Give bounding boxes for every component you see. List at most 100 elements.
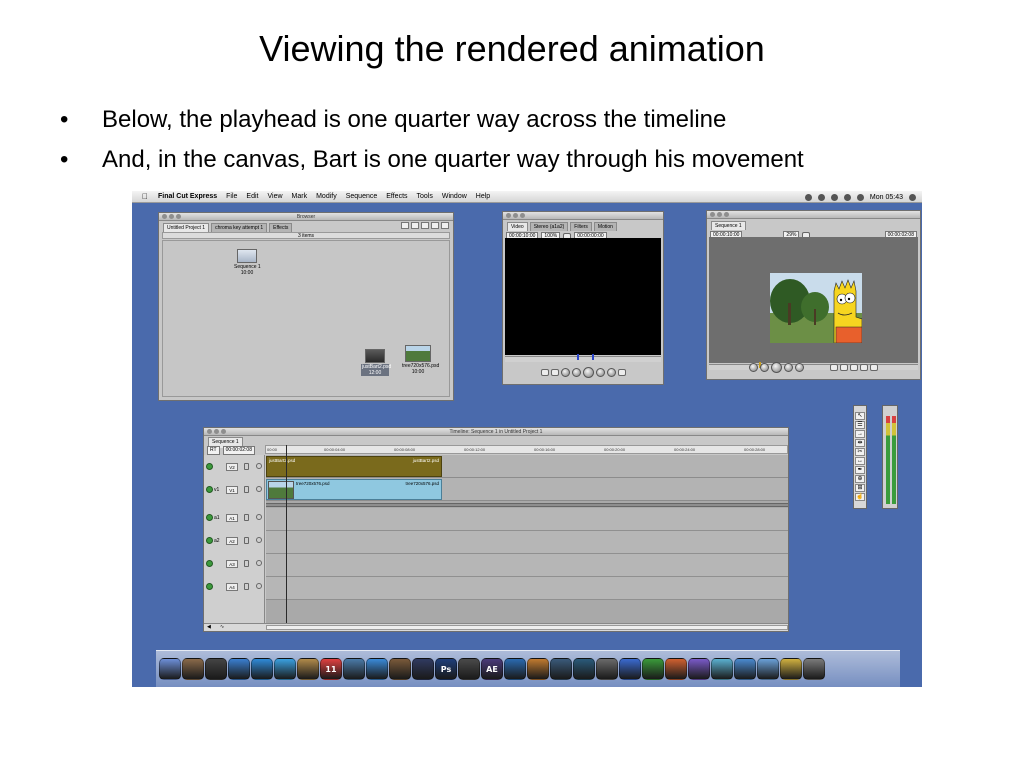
crop-tool-icon[interactable]: ⊞	[855, 484, 865, 492]
folder-icon[interactable]	[757, 658, 779, 680]
quicktime-icon[interactable]	[504, 658, 526, 680]
final-cut-icon[interactable]	[412, 658, 434, 680]
overwrite-icon[interactable]	[840, 363, 848, 371]
documents-icon[interactable]	[780, 658, 802, 680]
fit-to-fill-icon[interactable]	[860, 363, 868, 371]
safari-icon[interactable]	[251, 658, 273, 680]
menu-mark[interactable]: Mark	[292, 193, 308, 200]
source-patch[interactable]: v1	[214, 487, 219, 493]
menu-tools[interactable]: Tools	[417, 193, 433, 200]
volume-icon[interactable]	[856, 193, 864, 201]
word-icon[interactable]	[619, 658, 641, 680]
lane-a1[interactable]	[266, 508, 788, 531]
track-audible-icon[interactable]	[206, 537, 213, 544]
clapper-icon[interactable]	[458, 658, 480, 680]
timeline-titlebar[interactable]: Timeline: Sequence 1 in Untitled Project…	[204, 428, 788, 436]
menu-app-name[interactable]: Final Cut Express	[158, 193, 217, 200]
track-area[interactable]: justBart2.psd justBart2.psd tree720x576.…	[266, 455, 788, 623]
ichat-icon[interactable]	[274, 658, 296, 680]
zoom-icon[interactable]	[520, 213, 525, 218]
auto-select-icon[interactable]	[256, 537, 262, 543]
tab-effects[interactable]: Effects	[269, 223, 293, 232]
lock-icon[interactable]	[244, 463, 249, 470]
timeline-playhead[interactable]	[286, 445, 288, 623]
menu-modify[interactable]: Modify	[316, 193, 337, 200]
insert-icon[interactable]	[830, 363, 838, 371]
zoom-tool-icon[interactable]: ⊕	[855, 475, 865, 483]
minimize-icon[interactable]	[717, 212, 722, 217]
auto-select-icon[interactable]	[256, 583, 262, 589]
layout-icon[interactable]	[550, 658, 572, 680]
preview-icon[interactable]	[182, 658, 204, 680]
rt-menu[interactable]: RT	[207, 446, 220, 455]
video-audio-divider[interactable]	[266, 503, 788, 507]
in-point-marker[interactable]	[576, 354, 579, 360]
track-audible-icon[interactable]	[206, 514, 213, 521]
lock-icon[interactable]	[244, 583, 249, 590]
lane-a2[interactable]	[266, 531, 788, 554]
menu-help[interactable]: Help	[476, 193, 490, 200]
tab-stereo[interactable]: Stereo (a1a2)	[529, 222, 569, 231]
pen-tool-icon[interactable]: ✒	[855, 466, 865, 474]
mark-in-icon[interactable]	[540, 368, 549, 376]
track-visibility-icon[interactable]	[206, 486, 213, 493]
finder-icon[interactable]	[159, 658, 181, 680]
zoom-icon[interactable]	[724, 212, 729, 217]
browser-titlebar[interactable]: Browser	[159, 213, 453, 221]
after-effects-icon[interactable]: AE	[481, 658, 503, 680]
track-audible-icon[interactable]	[206, 560, 213, 567]
apple-menu-icon[interactable]: 	[142, 192, 152, 201]
mail-icon[interactable]	[228, 658, 250, 680]
lane-a3[interactable]	[266, 554, 788, 577]
mark-out-icon[interactable]	[550, 368, 559, 376]
menu-view[interactable]: View	[267, 193, 282, 200]
play-in-out-icon[interactable]	[571, 367, 581, 377]
selection-tool-icon[interactable]: ↖	[855, 412, 865, 420]
timeline-current-tc[interactable]: 00:00:02:08	[222, 446, 255, 455]
track-visibility-icon[interactable]	[206, 463, 213, 470]
track-name[interactable]: A3	[226, 560, 238, 568]
spotlight-icon[interactable]	[909, 193, 916, 201]
source-patch[interactable]: a2	[214, 538, 220, 544]
dashboard-icon[interactable]	[205, 658, 227, 680]
messenger-icon[interactable]	[711, 658, 733, 680]
play-in-out-icon[interactable]	[760, 362, 769, 372]
out-point-marker[interactable]	[592, 354, 595, 360]
medium-icon-view-icon[interactable]	[431, 222, 439, 229]
menu-clock[interactable]: Mon 05:43	[870, 194, 903, 201]
track-name[interactable]: V1	[226, 486, 238, 494]
track-audible-icon[interactable]	[206, 583, 213, 590]
edit-select-tool-icon[interactable]: ☰	[855, 421, 865, 429]
track-name[interactable]: A2	[226, 537, 238, 545]
trash-icon[interactable]	[803, 658, 825, 680]
track-name[interactable]: A1	[226, 514, 238, 522]
menu-file[interactable]: File	[226, 193, 237, 200]
viewer-screen[interactable]	[505, 238, 661, 355]
tab-untitled-project[interactable]: Untitled Project 1	[163, 223, 210, 232]
menu-effects[interactable]: Effects	[386, 193, 407, 200]
wifi-icon[interactable]	[830, 193, 838, 201]
play-around-icon[interactable]	[784, 362, 793, 372]
play-icon[interactable]	[771, 361, 782, 373]
list-view-icon[interactable]	[401, 222, 409, 229]
tab-motion[interactable]: Motion	[593, 222, 617, 231]
system-prefs-icon[interactable]	[596, 658, 618, 680]
clip-bart[interactable]: justBart2.psd 12:00	[361, 349, 391, 376]
tab-filters[interactable]: Filters	[570, 222, 592, 231]
auto-select-icon[interactable]	[256, 514, 262, 520]
replace-icon[interactable]	[850, 363, 858, 371]
auto-select-icon[interactable]	[256, 560, 262, 566]
play-icon[interactable]	[582, 366, 594, 378]
source-patch[interactable]: a1	[214, 515, 220, 521]
play-around-icon[interactable]	[595, 367, 605, 377]
icon-view-icon[interactable]	[411, 222, 419, 229]
auto-select-icon[interactable]	[256, 486, 262, 492]
timeline-ruler[interactable]: 00:00 00:00:04:00 00:00:08:00 00:00:12:0…	[265, 445, 788, 454]
small-icon-view-icon[interactable]	[421, 222, 429, 229]
tab-video[interactable]: Video	[507, 222, 528, 231]
clip-tree[interactable]: tree720x576.psd tree720x576.psd	[266, 479, 442, 500]
timeline-horizontal-scrollbar[interactable]	[266, 625, 788, 630]
slip-tool-icon[interactable]: ↔	[855, 457, 865, 465]
clip-tree[interactable]: tree720x576.psd 10:00	[401, 345, 439, 375]
lock-icon[interactable]	[244, 486, 249, 493]
